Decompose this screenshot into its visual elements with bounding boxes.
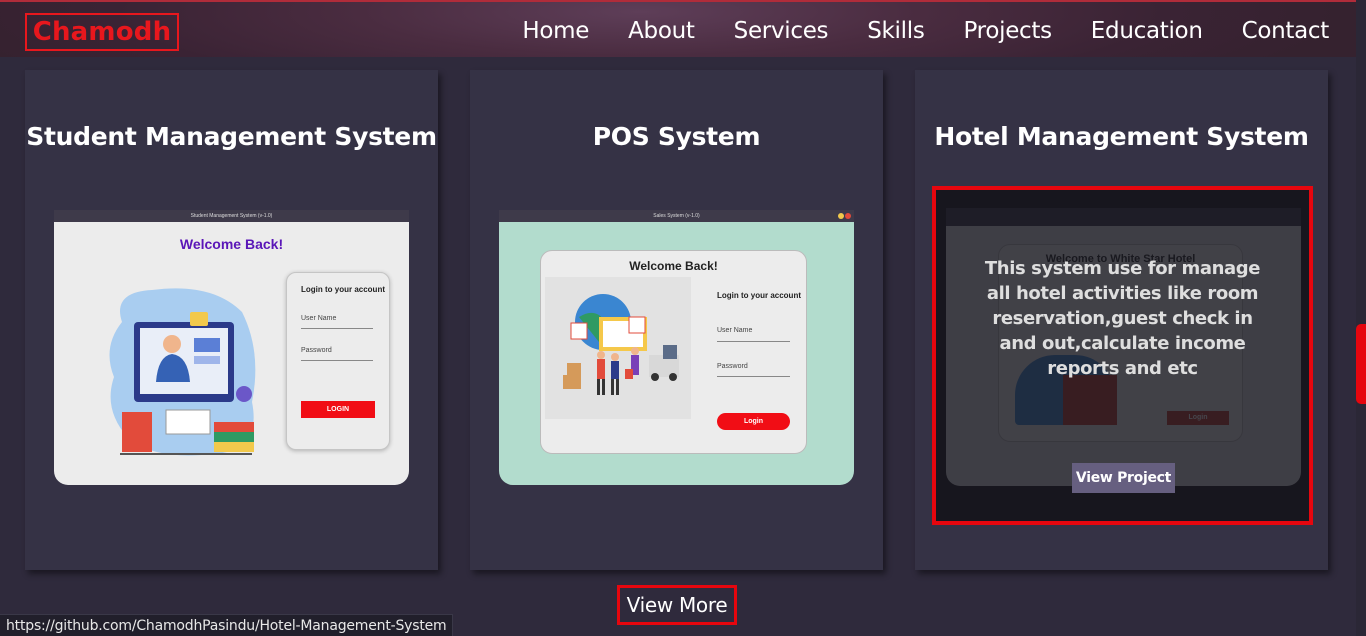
view-project-button[interactable]: View Project [1072, 463, 1175, 493]
nav-link-contact[interactable]: Contact [1242, 18, 1330, 44]
welcome-text: Welcome Back! [629, 259, 718, 273]
login-panel: Login to your account User Name Password… [286, 272, 390, 450]
student-illustration-icon [109, 288, 256, 456]
login-panel: Welcome Back! Login to your account User… [540, 250, 807, 454]
nav-link-education[interactable]: Education [1091, 18, 1203, 44]
project-description: This system use for manage all hotel act… [984, 258, 1261, 379]
project-screenshot: Sales System (v-1.0) Welcome Back! Login… [499, 210, 854, 485]
shopping-illustration-icon [563, 294, 679, 395]
nav-link-about[interactable]: About [628, 18, 695, 44]
project-title: Student Management System [26, 122, 437, 151]
scrollbar-thumb[interactable] [1356, 324, 1366, 404]
project-title: POS System [592, 122, 761, 151]
project-card-student[interactable]: Student Management System Student Manage… [25, 70, 438, 570]
window-titlebar: Student Management System (v-1.0) [54, 210, 409, 222]
welcome-text: Welcome Back! [179, 236, 284, 252]
window-titlebar: Sales System (v-1.0) [499, 210, 854, 222]
nav-link-skills[interactable]: Skills [867, 18, 925, 44]
project-screenshot: Student Management System (v-1.0) Welcom… [54, 210, 409, 485]
nav-links: Home About Services Skills Projects Educ… [483, 2, 1329, 59]
project-card-hotel[interactable]: Hotel Management System Welcome to White… [915, 70, 1328, 570]
project-title: Hotel Management System [934, 122, 1309, 151]
project-card-pos[interactable]: POS System Sales System (v-1.0) Welcome … [470, 70, 883, 570]
project-hover-overlay[interactable]: Welcome to White Star Hotel Login This s… [932, 186, 1313, 525]
nav-link-services[interactable]: Services [734, 18, 829, 44]
status-bar-url: https://github.com/ChamodhPasindu/Hotel-… [0, 614, 454, 636]
view-more-button[interactable]: View More [617, 585, 737, 625]
scrollbar[interactable] [1356, 0, 1366, 636]
nav-link-projects[interactable]: Projects [964, 18, 1053, 44]
nav-link-home[interactable]: Home [522, 18, 589, 44]
navbar: Chamodh Home About Services Skills Proje… [0, 0, 1356, 57]
brand-logo[interactable]: Chamodh [25, 13, 179, 51]
